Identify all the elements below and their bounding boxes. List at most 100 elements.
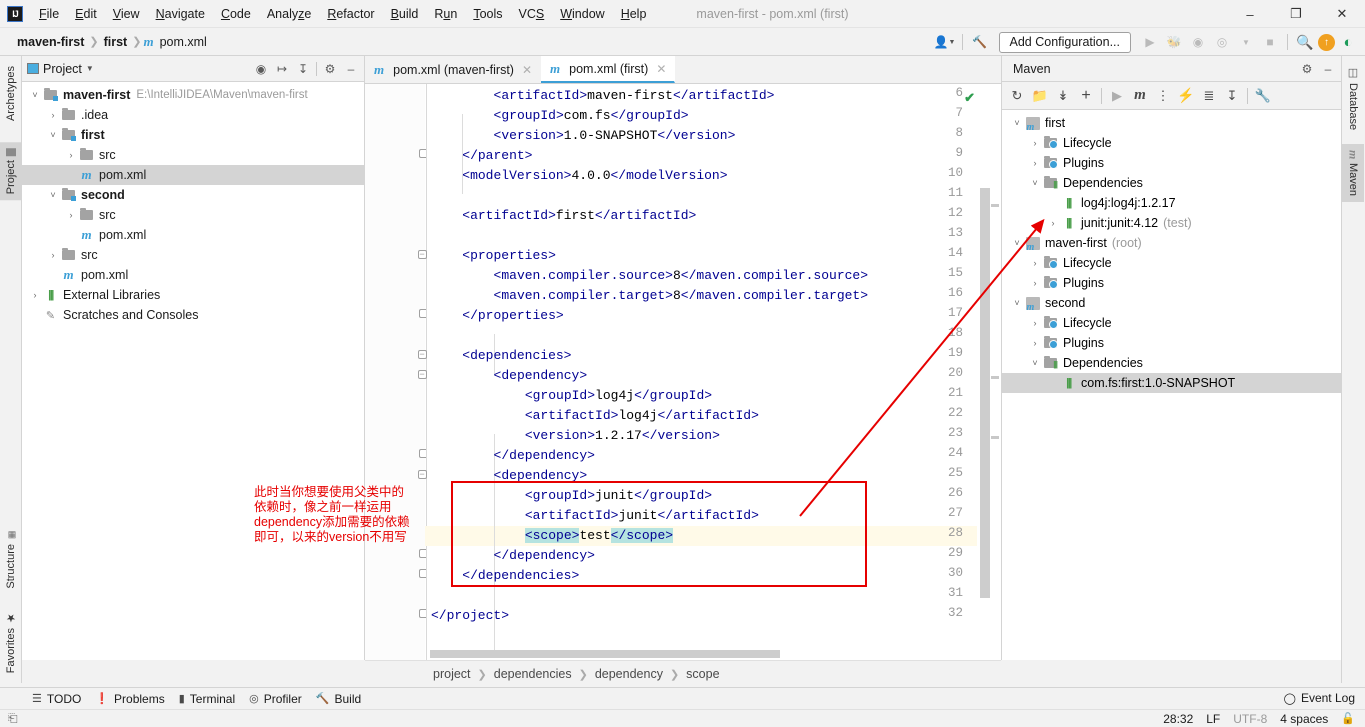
tree-expand-arrow[interactable]: ˅ [46,190,60,200]
tree-expand-arrow[interactable]: › [28,290,42,300]
fold-collapse-icon[interactable]: − [417,349,427,359]
code-line-32[interactable]: </project> [431,606,509,626]
tree-expand-arrow[interactable]: ˅ [1010,298,1024,308]
project-tree-item-src[interactable]: › src [22,205,364,225]
maven-tree-item-junit-junit-4-12[interactable]: › ||| junit:junit:4.12 (test) [1002,213,1341,233]
tree-expand-arrow[interactable]: › [46,110,60,120]
inspection-status-icon[interactable]: ✔ [964,90,975,106]
project-tree-item-pom-xml[interactable]: m pom.xml [22,225,364,245]
project-tree-item-src[interactable]: › src [22,245,364,265]
tool-tab-project[interactable]: Project [0,142,22,201]
project-tree-item-pom-xml[interactable]: m pom.xml [22,165,364,185]
menu-run[interactable]: Run [426,3,465,25]
maven-tree[interactable]: ˅first›Lifecycle›Plugins˅Dependencies|||… [1002,110,1341,393]
code-line-6[interactable]: <artifactId>maven-first</artifactId> [494,86,775,106]
menu-refactor[interactable]: Refactor [319,3,382,25]
editor-horizontal-scrollbar[interactable] [430,650,780,658]
tool-window-problems[interactable]: ❗ Problems [95,692,164,706]
project-tree-item-maven-first[interactable]: ˅ maven-first E:\IntelliJIDEA\Maven\maven-… [22,85,364,105]
fold-end-icon[interactable] [417,449,427,460]
maven-toolbar[interactable]: ↻ 📁 ↡ + ▶ m ⋮ ⚡ ≣ ↧ 🔧 [1002,82,1341,110]
hide-panel-icon[interactable]: – [343,61,359,77]
maven-tree-item-dependencies[interactable]: ˅ Dependencies [1002,173,1341,193]
menu-analyze[interactable]: Analyze [259,3,319,25]
tool-window-build[interactable]: 🔨 Build [316,692,361,706]
tree-expand-arrow[interactable]: › [1028,138,1042,148]
toggle-skip-tests-icon[interactable]: ⋮ [1152,85,1174,107]
tree-expand-arrow[interactable]: › [1028,318,1042,328]
project-tree-item--idea[interactable]: › .idea [22,105,364,125]
code-line-8[interactable]: <version>1.0-SNAPSHOT</version> [494,126,736,146]
tree-expand-arrow[interactable]: › [1046,218,1060,228]
project-tree-item-scratches-and-consoles[interactable]: ✎ Scratches and Consoles [22,305,364,325]
fold-end-icon[interactable] [417,549,427,560]
hide-panel-icon[interactable]: – [1320,61,1336,77]
expand-all-icon[interactable]: ↦ [274,61,290,77]
menu-navigate[interactable]: Navigate [148,3,213,25]
code-line-25[interactable]: <dependency> [494,466,588,486]
reload-all-projects-icon[interactable]: ↻ [1006,85,1028,107]
maven-tree-item-maven-first[interactable]: ˅ maven-first (root) [1002,233,1341,253]
close-button[interactable]: ✕ [1319,0,1365,28]
code-line-30[interactable]: </dependencies> [462,566,579,586]
maven-tree-item-log4j-log4j-1-2-17[interactable]: ||| log4j:log4j:1.2.17 [1002,193,1341,213]
tree-expand-arrow[interactable]: › [1028,258,1042,268]
tree-expand-arrow[interactable]: › [46,250,60,260]
minimize-button[interactable]: – [1227,0,1273,28]
menu-vcs[interactable]: VCS [511,3,553,25]
fold-end-icon[interactable] [417,309,427,320]
fold-end-icon[interactable] [417,149,427,160]
maven-tree-item-dependencies[interactable]: ˅ Dependencies [1002,353,1341,373]
breadcrumb-file[interactable]: pom.xml [157,33,210,51]
debug-icon[interactable]: 🐝 [1163,31,1185,53]
scrollbar-thumb[interactable] [980,188,990,598]
file-encoding[interactable]: UTF-8 [1233,712,1267,726]
toggle-offline-mode-icon[interactable]: ⚡ [1175,85,1197,107]
menu-edit[interactable]: Edit [67,3,105,25]
fold-end-icon[interactable] [417,569,427,580]
code-line-19[interactable]: <dependencies> [462,346,571,366]
editor-tab-0[interactable]: m pom.xml (maven-first) ✕ [365,56,541,83]
breadcrumb-dependencies[interactable]: dependencies [494,667,572,681]
fold-collapse-icon[interactable]: − [417,469,427,479]
tool-window-todo[interactable]: ☰ TODO [32,692,81,706]
maximize-button[interactable]: ❐ [1273,0,1319,28]
user-avatar-icon[interactable]: 👤 ▼ [934,31,956,53]
locate-icon[interactable]: ◉ [253,61,269,77]
editor-vertical-scrollbar[interactable] [979,84,991,660]
idea-indicator-icon[interactable]: ◐ [1337,31,1359,53]
tree-expand-arrow[interactable]: ˅ [28,90,42,100]
stop-icon[interactable]: ■ [1259,31,1281,53]
tree-expand-arrow[interactable]: ˅ [46,130,60,140]
collapse-all-icon[interactable]: ↧ [1221,85,1243,107]
code-line-16[interactable]: <maven.compiler.target>8</maven.compiler… [494,286,868,306]
line-separator[interactable]: LF [1206,712,1220,726]
run-maven-build-icon[interactable]: ▶ [1106,85,1128,107]
maven-tree-item-lifecycle[interactable]: › Lifecycle [1002,253,1341,273]
tree-expand-arrow[interactable]: › [64,210,78,220]
maven-settings-icon[interactable]: 🔧 [1252,85,1274,107]
breadcrumb-project[interactable]: maven-first [14,33,87,51]
project-tree[interactable]: ˅ maven-first E:\IntelliJIDEA\Maven\maven-… [22,82,364,325]
fold-collapse-icon[interactable]: − [417,369,427,379]
close-icon[interactable]: ✕ [656,62,666,76]
collapse-all-icon[interactable]: ↧ [295,61,311,77]
tool-tab-favorites[interactable]: Favorites ★ [0,605,22,679]
project-tree-item-src[interactable]: › src [22,145,364,165]
tree-expand-arrow[interactable]: › [1028,338,1042,348]
tool-window-profiler[interactable]: ◎ Profiler [249,692,302,706]
close-icon[interactable]: ✕ [522,63,532,77]
code-line-22[interactable]: <artifactId>log4j</artifactId> [525,406,759,426]
code-line-9[interactable]: </parent> [462,146,532,166]
tree-expand-arrow[interactable]: › [1028,158,1042,168]
caret-position[interactable]: 28:32 [1163,712,1193,726]
fold-collapse-icon[interactable]: − [417,249,427,259]
code-line-28[interactable]: <scope>test</scope> [524,526,674,546]
menu-window[interactable]: Window [552,3,612,25]
memory-indicator-icon[interactable]: ⎗ [8,711,18,726]
add-maven-project-icon[interactable]: + [1075,85,1097,107]
maven-tree-item-plugins[interactable]: › Plugins [1002,273,1341,293]
tool-window-terminal[interactable]: ▮ Terminal [179,692,235,706]
maven-tree-item-second[interactable]: ˅ second [1002,293,1341,313]
code-line-26[interactable]: <groupId>junit</groupId> [525,486,712,506]
